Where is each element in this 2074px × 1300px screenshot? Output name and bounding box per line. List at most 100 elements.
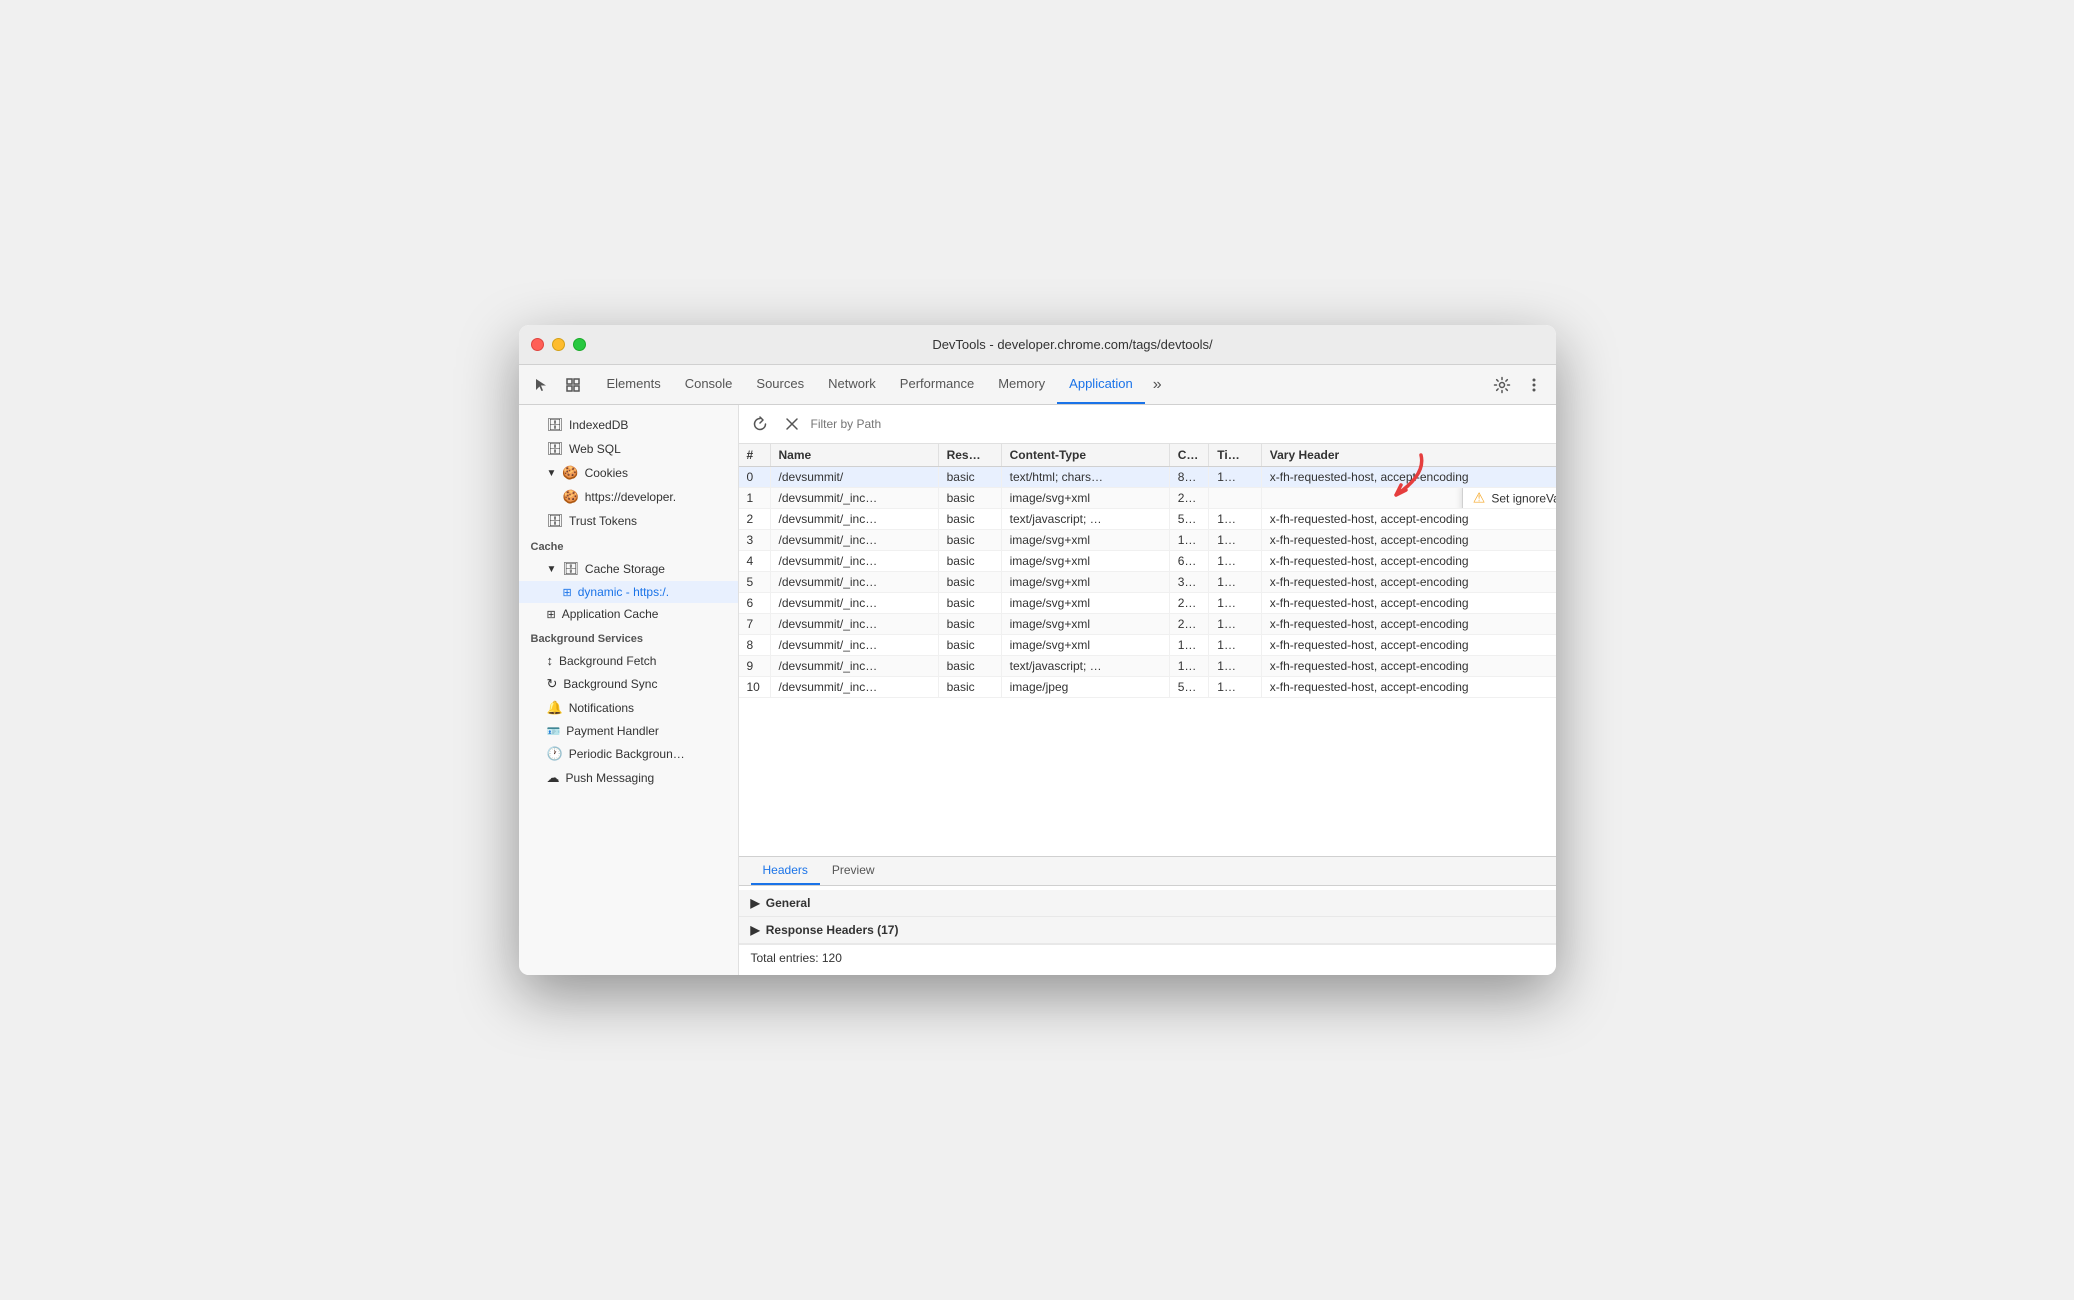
cell-c: 1… [1169,656,1209,677]
cell-num: 2 [739,509,771,530]
tab-application[interactable]: Application [1057,365,1145,404]
sidebar-item-label: Background Sync [563,677,657,691]
tab-performance[interactable]: Performance [888,365,986,404]
more-icon[interactable] [1520,371,1548,399]
sidebar-item-bg-fetch[interactable]: ↕ Background Fetch [519,649,738,672]
settings-icon[interactable] [1488,371,1516,399]
minimize-button[interactable] [552,338,565,351]
cell-name: /devsummit/_inc… [770,614,938,635]
sidebar-item-cache-storage[interactable]: ▼ 🗄 Cache Storage [519,557,738,581]
response-headers-section-header[interactable]: ▶ Response Headers (17) [739,917,1556,944]
cell-res: basic [938,551,1001,572]
table-row[interactable]: 7/devsummit/_inc…basicimage/svg+xml2…1…x… [739,614,1556,635]
col-header-name[interactable]: Name [770,444,938,467]
sidebar-item-label: Trust Tokens [569,514,637,528]
table-area[interactable]: # Name Res… Content-Type C… Ti… Vary Hea… [739,444,1556,856]
tab-sources[interactable]: Sources [744,365,816,404]
sidebar-section-bg-services: Background Services [519,625,738,649]
bottom-tabs: Headers Preview [739,857,1556,886]
cell-c: 5… [1169,509,1209,530]
clear-button[interactable] [779,411,805,437]
table-row[interactable]: 8/devsummit/_inc…basicimage/svg+xml1…1…x… [739,635,1556,656]
cell-c: 6… [1169,551,1209,572]
sidebar-item-dynamic[interactable]: ⊞ dynamic - https:/. [519,581,738,603]
col-header-res[interactable]: Res… [938,444,1001,467]
clock-icon: 🕐 [547,746,563,762]
tab-console[interactable]: Console [673,365,745,404]
cell-ti: 1… [1209,509,1262,530]
cell-name: /devsummit/_inc… [770,635,938,656]
col-header-ct[interactable]: Content-Type [1001,444,1169,467]
tab-memory[interactable]: Memory [986,365,1057,404]
tab-overflow-button[interactable]: » [1145,365,1170,404]
filter-input[interactable] [811,417,1548,431]
cell-name: /devsummit/_inc… [770,530,938,551]
table-row[interactable]: 2/devsummit/_inc…basictext/javascript; …… [739,509,1556,530]
close-button[interactable] [531,338,544,351]
sidebar-item-indexeddb[interactable]: 🗄 IndexedDB [519,413,738,437]
maximize-button[interactable] [573,338,586,351]
table-row[interactable]: 0/devsummit/basictext/html; chars…8…1…x-… [739,467,1556,488]
table-row[interactable]: 9/devsummit/_inc…basictext/javascript; …… [739,656,1556,677]
tab-network[interactable]: Network [816,365,888,404]
refresh-button[interactable] [747,411,773,437]
sidebar-item-cookies-https[interactable]: 🍪 https://developer. [519,485,738,509]
cookie-icon: 🍪 [562,465,578,481]
general-section-header[interactable]: ▶ General [739,890,1556,917]
tab-headers[interactable]: Headers [751,857,820,885]
table-row[interactable]: 3/devsummit/_inc…basicimage/svg+xml1…1…x… [739,530,1556,551]
devtools-window: DevTools - developer.chrome.com/tags/dev… [519,325,1556,975]
tab-elements[interactable]: Elements [595,365,673,404]
sidebar-item-websql[interactable]: 🗄 Web SQL [519,437,738,461]
inspect-icon[interactable] [559,371,587,399]
cell-ct: text/javascript; … [1001,656,1169,677]
cell-res: basic [938,488,1001,509]
response-headers-section-label: Response Headers (17) [766,923,899,937]
chevron-right-icon: ▶ [751,896,760,910]
table-row[interactable]: 10/devsummit/_inc…basicimage/jpeg5…1…x-f… [739,677,1556,698]
cell-ct: image/svg+xml [1001,635,1169,656]
sidebar-item-periodic-bg[interactable]: 🕐 Periodic Backgroun… [519,742,738,766]
sidebar-item-label: Web SQL [569,442,621,456]
cell-ti [1209,488,1262,509]
table-row[interactable]: 1/devsummit/_inc…basicimage/svg+xml2…⚠Se… [739,488,1556,509]
bg-fetch-icon: ↕ [547,653,554,668]
cell-name: /devsummit/_inc… [770,488,938,509]
sidebar-item-label: dynamic - https:/. [578,585,669,599]
sync-icon: ↻ [547,676,558,692]
vary-tooltip: ⚠Set ignoreVary to true when matching th… [1462,488,1556,509]
cell-c: 8… [1169,467,1209,488]
tab-preview[interactable]: Preview [820,857,887,885]
sidebar-item-push-messaging[interactable]: ☁ Push Messaging [519,766,738,790]
table-row[interactable]: 6/devsummit/_inc…basicimage/svg+xml2…1…x… [739,593,1556,614]
table-row[interactable]: 5/devsummit/_inc…basicimage/svg+xml3…1…x… [739,572,1556,593]
sidebar-item-payment-handler[interactable]: 🪪 Payment Handler [519,720,738,742]
sidebar-item-app-cache[interactable]: ⊞ Application Cache [519,603,738,625]
cache-table: # Name Res… Content-Type C… Ti… Vary Hea… [739,444,1556,698]
sidebar-item-trust-tokens[interactable]: 🗄 Trust Tokens [519,509,738,533]
cell-num: 5 [739,572,771,593]
card-icon: 🪪 [547,725,561,738]
cell-res: basic [938,635,1001,656]
cell-name: /devsummit/_inc… [770,572,938,593]
col-header-ti[interactable]: Ti… [1209,444,1262,467]
cell-vh: x-fh-requested-host, accept-encoding [1261,530,1555,551]
cell-res: basic [938,509,1001,530]
col-header-num[interactable]: # [739,444,771,467]
cell-res: basic [938,572,1001,593]
table-row[interactable]: 4/devsummit/_inc…basicimage/svg+xml6…1…x… [739,551,1556,572]
tab-actions [1488,365,1548,404]
cell-ct: image/svg+xml [1001,530,1169,551]
cell-num: 7 [739,614,771,635]
cursor-icon[interactable] [527,371,555,399]
sidebar-item-notifications[interactable]: 🔔 Notifications [519,696,738,720]
cell-num: 3 [739,530,771,551]
sidebar-item-bg-sync[interactable]: ↻ Background Sync [519,672,738,696]
cell-ct: image/svg+xml [1001,572,1169,593]
sidebar-item-cookies[interactable]: ▼ 🍪 Cookies [519,461,738,485]
database-icon: 🗄 [547,513,564,529]
cell-res: basic [938,614,1001,635]
cell-num: 0 [739,467,771,488]
cell-vh: x-fh-requested-host, accept-encoding [1261,614,1555,635]
col-header-c[interactable]: C… [1169,444,1209,467]
